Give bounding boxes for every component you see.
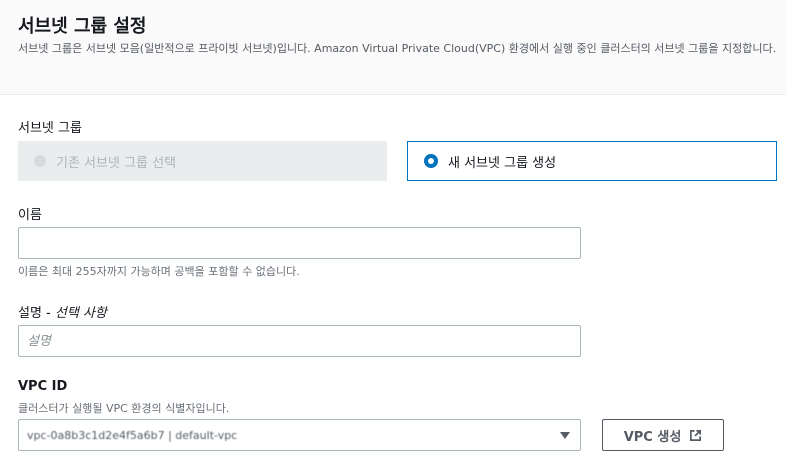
section-header: 서브넷 그룹 설정 서브넷 그룹은 서브넷 모음(일반적으로 프라이빗 서브넷)… [0, 0, 786, 95]
description-optional-text: - 선택 사항 [41, 306, 107, 321]
description-label: 설명 - 선택 사항 [18, 302, 107, 321]
section-description: 서브넷 그룹은 서브넷 모음(일반적으로 프라이빗 서브넷)입니다. Amazo… [18, 42, 777, 55]
section-title: 서브넷 그룹 설정 [18, 16, 147, 37]
description-input[interactable] [18, 325, 581, 357]
vpc-select-value: vpc-0a8b3c1d2e4f5a6b7 | default-vpc [27, 428, 238, 442]
new-subnet-group-option[interactable]: 새 서브넷 그룹 생성 [407, 141, 777, 181]
external-link-icon [690, 429, 702, 441]
name-input[interactable] [18, 227, 581, 259]
name-hint: 이름은 최대 255자까지 가능하며 공백을 포함할 수 없습니다. [18, 265, 300, 278]
new-subnet-group-label: 새 서브넷 그룹 생성 [448, 155, 557, 171]
name-label: 이름 [18, 208, 42, 223]
existing-subnet-group-label: 기존 서브넷 그룹 선택 [56, 155, 177, 171]
create-vpc-button[interactable]: VPC 생성 [602, 419, 724, 451]
radio-selected-icon [424, 154, 438, 168]
radio-unselected-icon [34, 155, 46, 167]
subnet-group-label: 서브넷 그룹 [18, 121, 82, 136]
existing-subnet-group-option: 기존 서브넷 그룹 선택 [18, 141, 387, 181]
vpc-select[interactable]: vpc-0a8b3c1d2e4f5a6b7 | default-vpc [18, 419, 581, 451]
description-label-text: 설명 [18, 306, 42, 321]
caret-down-icon [560, 432, 570, 439]
create-vpc-button-label: VPC 생성 [623, 429, 682, 445]
vpc-label: VPC ID [18, 379, 68, 394]
vpc-hint: 클러스터가 실행될 VPC 환경의 식별자입니다. [18, 402, 230, 415]
